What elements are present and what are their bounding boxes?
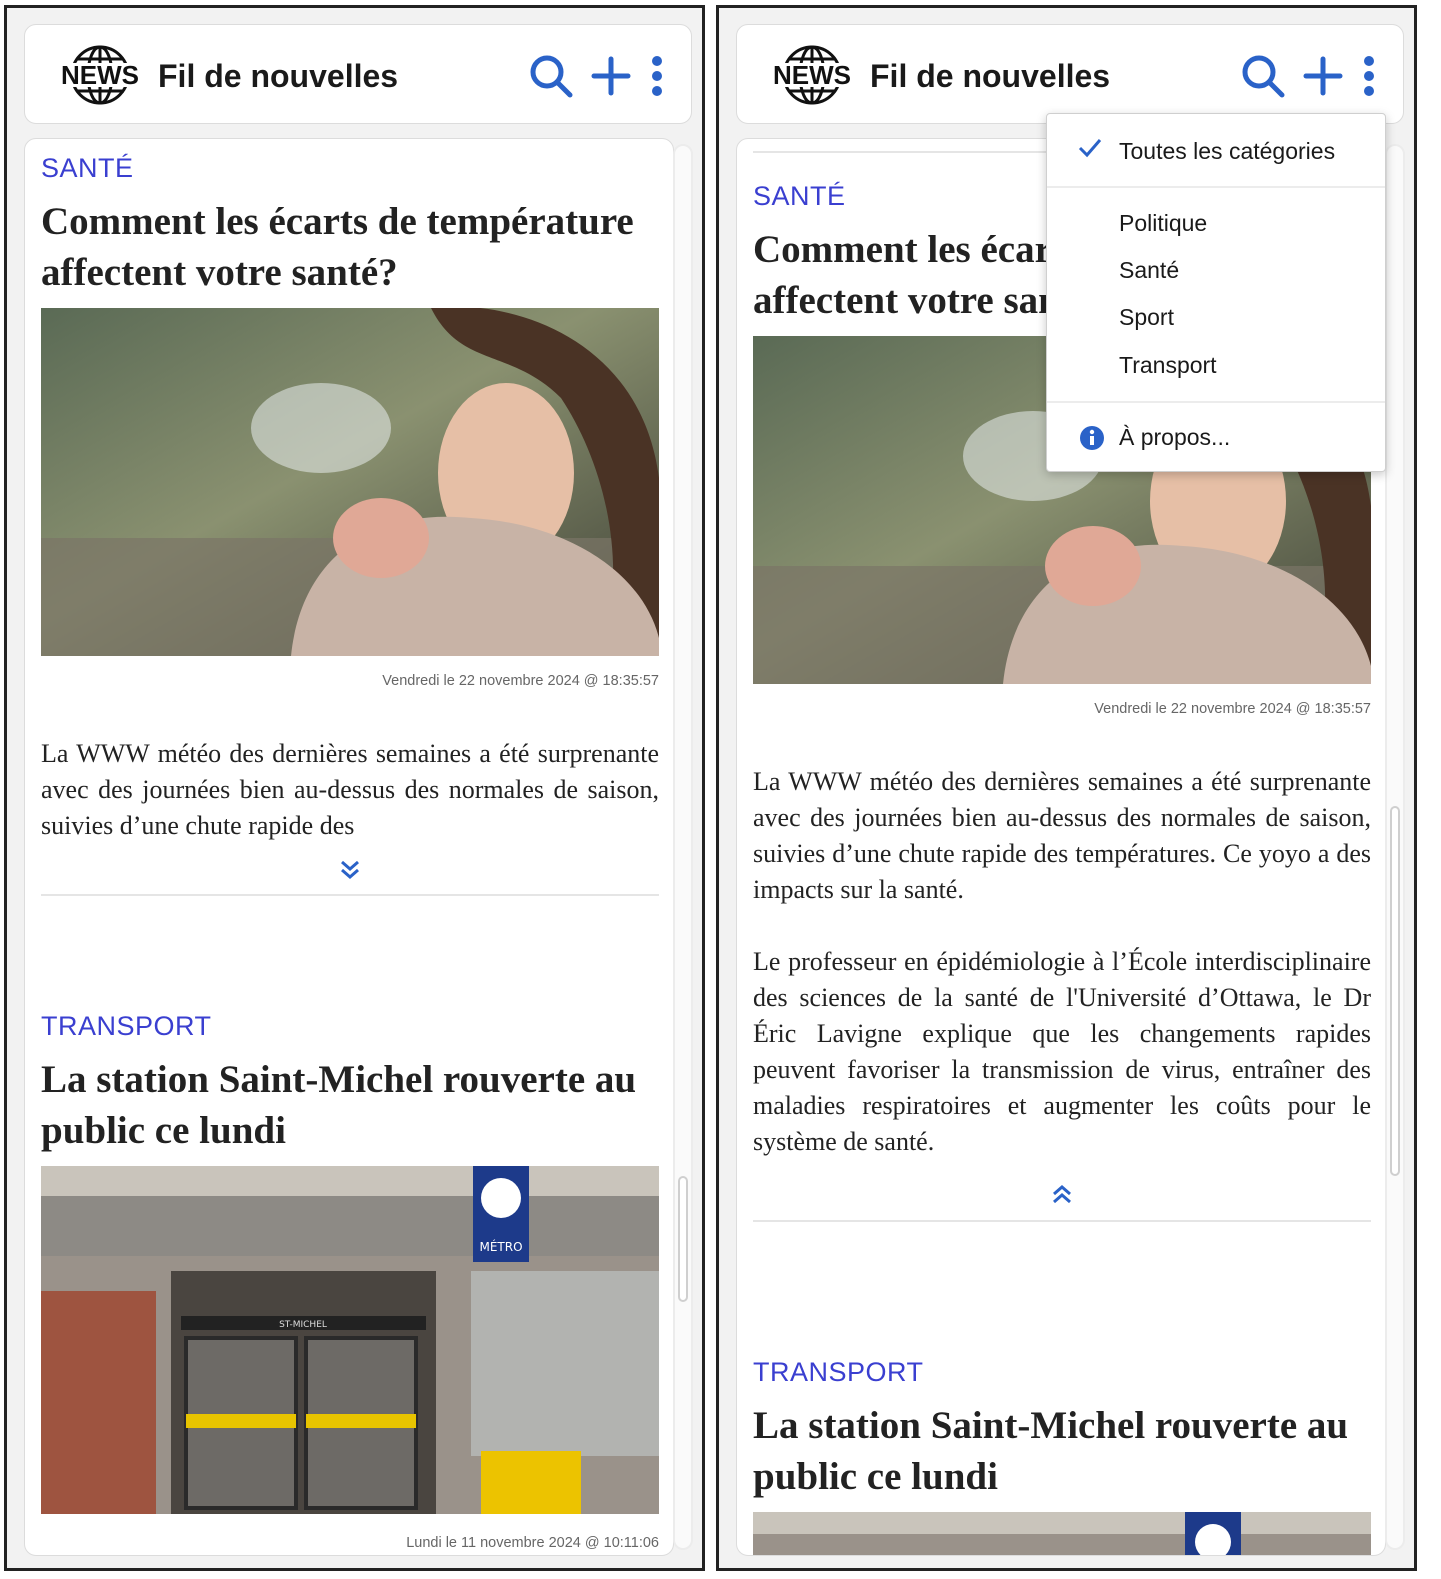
article-date: Lundi le 11 novembre 2024 @ 10:11:06 [406,1535,659,1551]
svg-text:MÉTRO: MÉTRO [479,1239,522,1254]
menu-item-sport[interactable]: Sport [1119,304,1174,331]
category-menu: Toutes les catégories Politique Santé Sp… [1046,113,1386,472]
article-category[interactable]: TRANSPORT [753,1357,1371,1388]
svg-text:ST-MICHEL: ST-MICHEL [279,1320,327,1330]
article-date: Vendredi le 22 novembre 2024 @ 18:35:57 [382,673,659,689]
article-paragraph: Le professeur en épidémiologie à l’École… [753,947,1371,1156]
article-category[interactable]: SANTÉ [41,153,659,184]
svg-text:NEWS: NEWS [773,60,851,90]
app-header: NEWS Fil de nouvelles [736,24,1404,124]
article-photo [753,1512,1371,1555]
expand-button[interactable] [41,858,659,894]
scrollbar[interactable] [673,144,693,1550]
news-panel-collapsed: NEWS Fil de nouvelles SANTÉ Comment les … [4,5,705,1571]
menu-divider [1047,186,1385,188]
article-date: Vendredi le 22 novembre 2024 @ 18:35:57 [1094,701,1371,717]
menu-item-about[interactable]: À propos... [1119,424,1230,451]
kebab-menu-icon[interactable] [1349,53,1389,99]
kebab-menu-icon[interactable] [637,53,677,99]
article-photo: ST-MICHEL MÉTRO [41,1166,659,1514]
chevron-double-up-icon[interactable] [1051,1182,1073,1206]
scrollbar-thumb[interactable] [678,1176,688,1302]
info-icon [1080,426,1104,450]
search-icon[interactable] [528,53,574,99]
article-title[interactable]: Comment les écarts de température affect… [41,196,659,298]
plus-icon[interactable] [588,53,634,99]
scrollbar[interactable] [1385,144,1405,1550]
menu-item-politique[interactable]: Politique [1119,210,1207,237]
app-title: Fil de nouvelles [870,58,1111,94]
menu-item-all-categories[interactable]: Toutes les catégories [1119,138,1335,165]
app-header: NEWS Fil de nouvelles [24,24,692,124]
collapse-button[interactable] [753,1182,1371,1220]
article-card[interactable]: SANTÉ Comment les écarts de température … [41,153,659,896]
menu-item-sante[interactable]: Santé [1119,257,1179,284]
menu-divider [1047,401,1385,403]
menu-item-transport[interactable]: Transport [1119,352,1217,379]
news-panel-expanded: NEWS Fil de nouvelles SANTÉ Comment les … [716,5,1417,1571]
article-divider [753,1220,1371,1222]
scrollbar-thumb[interactable] [1390,806,1400,1176]
news-globe-logo: NEWS [55,45,145,105]
check-icon [1078,139,1102,158]
search-icon[interactable] [1240,53,1286,99]
article-title[interactable]: La station Saint-Michel rouverte au publ… [753,1400,1371,1502]
news-globe-logo: NEWS [767,45,857,105]
chevron-double-down-icon[interactable] [339,858,361,882]
svg-text:NEWS: NEWS [61,60,139,90]
app-title: Fil de nouvelles [158,58,399,94]
article-excerpt: La WWW météo des dernières semaines a ét… [41,739,659,840]
plus-icon[interactable] [1300,53,1346,99]
article-card[interactable]: TRANSPORT La station Saint-Michel rouver… [753,1357,1371,1555]
article-category[interactable]: TRANSPORT [41,1011,659,1042]
article-card[interactable]: TRANSPORT La station Saint-Michel rouver… [41,1011,659,1555]
article-photo [41,308,659,656]
article-paragraph: La WWW météo des dernières semaines a ét… [753,767,1371,904]
article-divider [41,894,659,896]
news-feed[interactable]: SANTÉ Comment les écarts de température … [24,138,674,1556]
article-title[interactable]: La station Saint-Michel rouverte au publ… [41,1054,659,1156]
